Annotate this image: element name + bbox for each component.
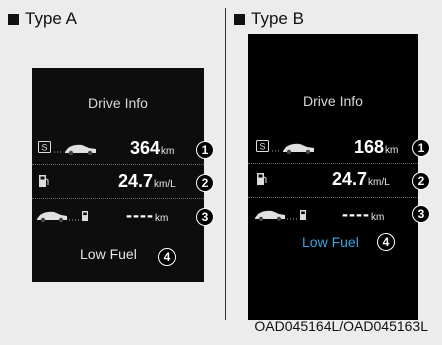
distance-row: ----km <box>248 202 418 228</box>
car-to-fuel-icon <box>255 210 306 222</box>
callout-3: 3 <box>196 208 214 226</box>
row-separator <box>32 164 204 165</box>
callout-4: 4 <box>377 233 395 251</box>
distance-value: ---- <box>342 204 370 224</box>
callout-2: 2 <box>196 174 214 192</box>
fuel-pump-icon <box>39 175 49 187</box>
type-a-label: Type A <box>25 9 77 28</box>
svg-text:S: S <box>41 143 47 153</box>
efficiency-value: 24.7 <box>118 171 154 191</box>
efficiency-row: 24.7km/L <box>248 167 418 193</box>
low-fuel-warning: Low Fuel <box>302 234 359 250</box>
distance-row: ----km <box>32 203 204 229</box>
drive-info-display-type-a: Drive Info S 364km 24.7km/L ----km Low F… <box>32 68 204 282</box>
efficiency-unit: km/L <box>368 177 390 188</box>
callout-3: 3 <box>412 205 430 223</box>
efficiency-unit: km/L <box>154 179 176 190</box>
drive-info-title: Drive Info <box>303 93 363 109</box>
row-separator <box>248 197 418 198</box>
range-value: 168 <box>354 137 385 157</box>
distance-value: ---- <box>126 205 154 225</box>
fuel-pump-icon <box>257 173 267 185</box>
row-separator <box>32 198 204 199</box>
type-a-heading: Type A <box>8 9 77 29</box>
section-divider <box>225 8 226 320</box>
range-unit: km <box>385 145 399 156</box>
row-separator <box>248 163 418 164</box>
range-row: S 168km <box>248 135 418 161</box>
range-value: 364 <box>130 138 161 158</box>
car-icon <box>272 143 314 155</box>
type-b-heading: Type B <box>234 9 304 29</box>
s-badge-icon: S <box>38 141 51 153</box>
s-badge-icon: S <box>256 140 269 152</box>
car-icon <box>54 144 96 156</box>
square-marker-icon <box>234 13 245 25</box>
car-to-fuel-icon <box>37 211 88 223</box>
callout-4: 4 <box>158 248 176 266</box>
low-fuel-warning: Low Fuel <box>80 246 137 262</box>
drive-info-title: Drive Info <box>88 95 148 111</box>
range-row: S 364km <box>32 136 204 162</box>
range-unit: km <box>161 146 175 157</box>
efficiency-row: 24.7km/L <box>32 169 204 195</box>
efficiency-value: 24.7 <box>332 169 368 189</box>
drive-info-display-type-b: Drive Info S 168km 24.7km/L ----km Low F… <box>248 34 418 320</box>
callout-2: 2 <box>412 172 430 190</box>
distance-unit: km <box>370 212 385 223</box>
square-marker-icon <box>8 13 19 25</box>
figure-code: OAD045164L/OAD045163L <box>254 318 428 334</box>
distance-unit: km <box>154 213 169 224</box>
svg-text:S: S <box>259 142 265 152</box>
callout-1: 1 <box>412 139 430 157</box>
callout-1: 1 <box>196 141 214 159</box>
type-b-label: Type B <box>251 9 304 28</box>
